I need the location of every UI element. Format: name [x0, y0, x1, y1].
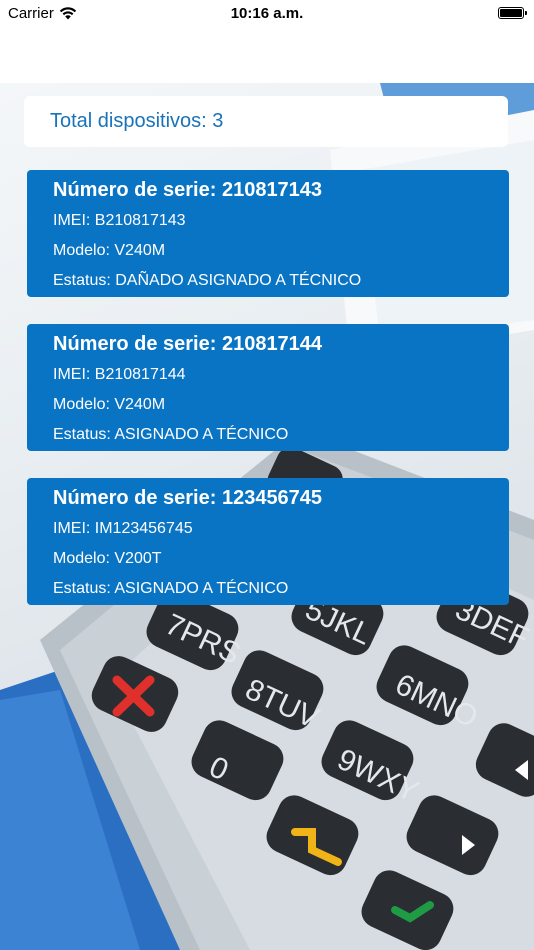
clock: 10:16 a.m. — [230, 5, 304, 22]
device-model: Modelo: V240M — [53, 242, 166, 259]
device-card[interactable]: Número de serie: 123456745 IMEI: IM12345… — [27, 478, 509, 605]
device-imei: IMEI: IM123456745 — [53, 520, 193, 537]
device-model: Modelo: V240M — [53, 396, 166, 413]
battery-icon — [498, 7, 527, 19]
device-status: Estatus: DAÑADO ASIGNADO A TÉCNICO — [53, 272, 362, 289]
device-serial: Número de serie: 210817144 — [53, 333, 323, 355]
device-status: Estatus: ASIGNADO A TÉCNICO — [53, 580, 289, 597]
device-card[interactable]: Número de serie: 210817143 IMEI: B210817… — [27, 170, 509, 297]
device-serial: Número de serie: 123456745 — [53, 487, 323, 509]
status-bar: Carrier 10:16 a.m. — [0, 0, 534, 28]
device-status: Estatus: ASIGNADO A TÉCNICO — [53, 426, 289, 443]
device-imei: IMEI: B210817144 — [53, 366, 186, 383]
total-devices-card: Total dispositivos: 3 — [24, 96, 508, 147]
device-model: Modelo: V200T — [53, 550, 162, 567]
device-card[interactable]: Número de serie: 210817144 IMEI: B210817… — [27, 324, 509, 451]
total-devices-label: Total dispositivos: 3 — [50, 110, 224, 132]
device-imei: IMEI: B210817143 — [53, 212, 186, 229]
device-serial: Número de serie: 210817143 — [53, 179, 323, 201]
